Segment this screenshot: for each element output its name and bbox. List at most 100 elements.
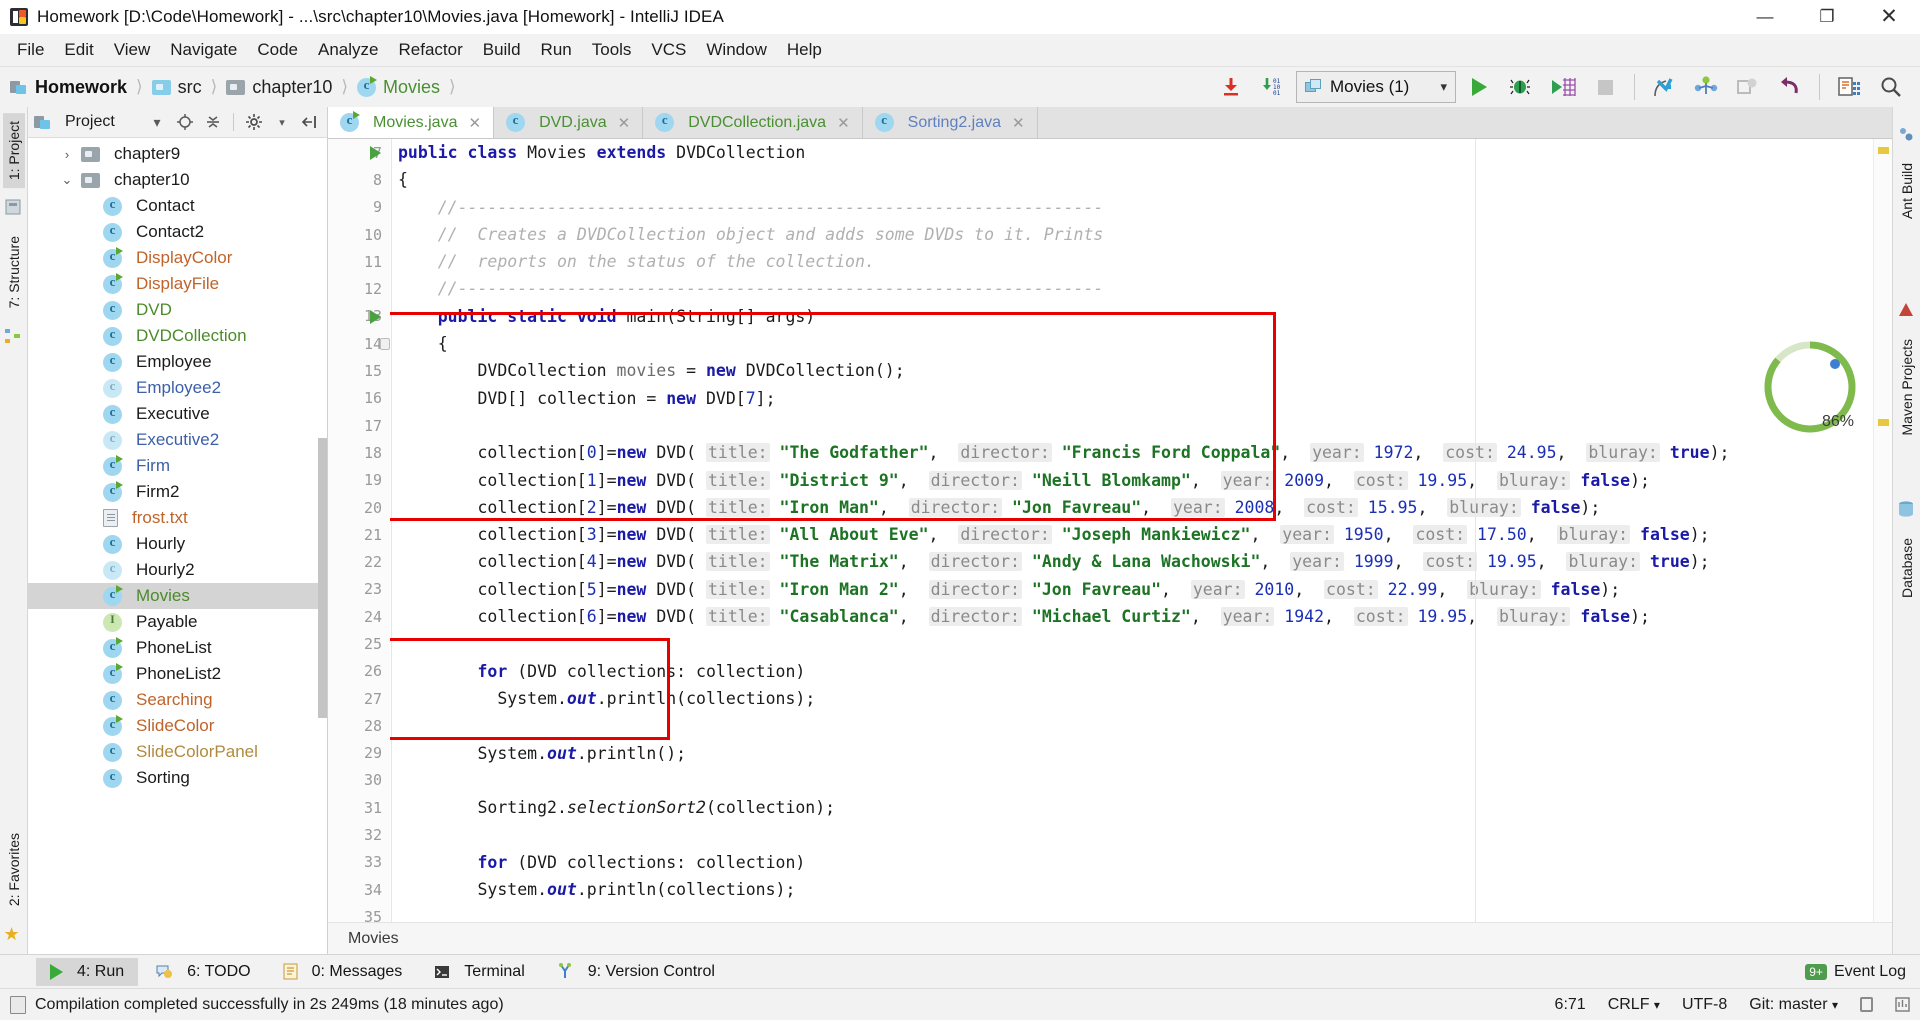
error-stripe-marker-panel[interactable] xyxy=(1873,139,1892,922)
gutter-line-number[interactable]: 17 xyxy=(328,412,390,439)
code-line[interactable]: collection[2]=new DVD( title: "Iron Man"… xyxy=(390,494,1729,521)
hide-panel-icon[interactable] xyxy=(299,111,321,133)
bottom-tab-messages[interactable]: 0: Messages xyxy=(269,958,417,986)
code-line[interactable]: collection[5]=new DVD( title: "Iron Man … xyxy=(390,576,1729,603)
gutter-line-number[interactable]: 9 xyxy=(328,194,390,221)
code-line[interactable]: collection[0]=new DVD( title: "The Godfa… xyxy=(390,439,1729,466)
code-line[interactable] xyxy=(390,630,1729,657)
tree-item-contact[interactable]: Contact xyxy=(28,193,327,219)
breadcrumb-item-movies[interactable]: Movies xyxy=(383,77,440,98)
code-line[interactable]: System.out.println(collections); xyxy=(390,685,1729,712)
bottom-tab-terminal[interactable]: Terminal xyxy=(420,958,538,986)
gutter-line-number[interactable]: 16 xyxy=(328,385,390,412)
gutter-line-number[interactable]: 8 xyxy=(328,166,390,193)
expand-arrow-icon[interactable]: › xyxy=(60,147,74,162)
code-line[interactable] xyxy=(390,412,1729,439)
git-branch[interactable]: Git: master ▾ xyxy=(1749,996,1838,1014)
gutter-line-number[interactable]: 29 xyxy=(328,740,390,767)
tree-item-slidecolor[interactable]: SlideColor xyxy=(28,713,327,739)
compile-icon[interactable]: 01 10 01 xyxy=(1254,70,1292,104)
gutter-line-number[interactable]: 19 xyxy=(328,467,390,494)
sidebar-item-favorites[interactable]: 2: Favorites xyxy=(3,825,25,914)
code-line[interactable]: // reports on the status of the collecti… xyxy=(390,248,1729,275)
gutter-line-number[interactable]: 33 xyxy=(328,849,390,876)
run-gutter-icon[interactable] xyxy=(370,309,381,324)
close-icon[interactable]: ✕ xyxy=(1012,114,1025,132)
menu-navigate[interactable]: Navigate xyxy=(161,37,246,63)
code-line[interactable]: System.out.println(collections); xyxy=(390,876,1729,903)
gutter-line-number[interactable]: 15 xyxy=(328,357,390,384)
code-line[interactable]: System.out.println(); xyxy=(390,740,1729,767)
memory-indicator-icon[interactable] xyxy=(1895,997,1910,1012)
tree-item-phonelist[interactable]: PhoneList xyxy=(28,635,327,661)
bottom-tab-version-control[interactable]: 9: Version Control xyxy=(543,958,729,986)
run-gutter-icon[interactable] xyxy=(370,146,381,160)
code-fold-marker[interactable] xyxy=(380,338,390,351)
tree-item-employee2[interactable]: Employee2 xyxy=(28,375,327,401)
tree-item-executive[interactable]: Executive xyxy=(28,401,327,427)
gutter-line-number[interactable]: 18 xyxy=(328,439,390,466)
close-icon[interactable]: ✕ xyxy=(837,114,850,132)
menu-help[interactable]: Help xyxy=(778,37,831,63)
editor-viewport[interactable]: 7 8 9 10 11 12 13 14 15 16 17 18 19 20 21 22 23 24 25 26 27 2… xyxy=(328,139,1892,922)
update-project-icon[interactable] xyxy=(1212,70,1250,104)
lock-icon[interactable] xyxy=(1860,997,1873,1012)
settings-icon[interactable] xyxy=(1830,70,1868,104)
code-line[interactable]: collection[4]=new DVD( title: "The Matri… xyxy=(390,548,1729,575)
gutter-line-number[interactable]: 30 xyxy=(328,767,390,794)
sidebar-item-database[interactable]: Database xyxy=(1896,530,1918,606)
gutter-line-number[interactable]: 23 xyxy=(328,576,390,603)
tree-item-dvd[interactable]: DVD xyxy=(28,297,327,323)
sidebar-item-maven-projects[interactable]: Maven Projects xyxy=(1896,331,1918,443)
code-line[interactable]: DVDCollection movies = new DVDCollection… xyxy=(390,357,1729,384)
gutter-line-number[interactable]: 31 xyxy=(328,794,390,821)
gutter-line-number[interactable]: 28 xyxy=(328,712,390,739)
menu-edit[interactable]: Edit xyxy=(55,37,102,63)
tree-item-firm2[interactable]: Firm2 xyxy=(28,479,327,505)
code-line[interactable]: //--------------------------------------… xyxy=(390,194,1729,221)
gutter-line-number[interactable]: 21 xyxy=(328,521,390,548)
run-icon[interactable] xyxy=(1460,70,1498,104)
caret-position[interactable]: 6:71 xyxy=(1555,996,1586,1014)
minimize-button[interactable]: — xyxy=(1734,0,1796,34)
tree-item-firm[interactable]: Firm xyxy=(28,453,327,479)
tree-item-slidecolorpanel[interactable]: SlideColorPanel xyxy=(28,739,327,765)
bottom-tab-todo[interactable]: 6: TODO xyxy=(142,958,264,986)
code-line[interactable]: public class Movies extends DVDCollectio… xyxy=(390,139,1729,166)
tree-item-displayfile[interactable]: DisplayFile xyxy=(28,271,327,297)
code-line[interactable]: Sorting2.selectionSort2(collection); xyxy=(390,794,1729,821)
gutter-line-number[interactable]: 25 xyxy=(328,630,390,657)
gutter-line-number[interactable]: 11 xyxy=(328,248,390,275)
undo-icon[interactable] xyxy=(1771,70,1809,104)
tree-item-executive2[interactable]: Executive2 xyxy=(28,427,327,453)
tree-item-searching[interactable]: Searching xyxy=(28,687,327,713)
tree-item-sorting[interactable]: Sorting xyxy=(28,765,327,791)
code-line[interactable]: { xyxy=(390,330,1729,357)
expand-arrow-icon[interactable]: ⌄ xyxy=(60,172,74,188)
tree-item-payable[interactable]: Payable xyxy=(28,609,327,635)
project-tree[interactable]: › chapter9 ⌄ chapter10 Contact Contact2 Displa… xyxy=(28,138,327,954)
editor-breadcrumb-class[interactable]: Movies xyxy=(348,930,399,948)
profiler-icon[interactable] xyxy=(1687,70,1725,104)
code-line[interactable]: // Creates a DVDCollection object and ad… xyxy=(390,221,1729,248)
code-line[interactable] xyxy=(390,821,1729,848)
tree-item-movies[interactable]: Movies xyxy=(28,583,327,609)
hide-window-icon[interactable] xyxy=(1729,70,1767,104)
code-line[interactable]: collection[3]=new DVD( title: "All About… xyxy=(390,521,1729,548)
project-tree-scrollbar[interactable] xyxy=(318,438,327,718)
code-line[interactable]: collection[6]=new DVD( title: "Casablanc… xyxy=(390,603,1729,630)
close-icon[interactable]: ✕ xyxy=(468,114,481,132)
file-encoding[interactable]: UTF-8 xyxy=(1682,996,1727,1014)
gutter-line-number[interactable]: 32 xyxy=(328,821,390,848)
code-content[interactable]: public class Movies extends DVDCollectio… xyxy=(390,139,1873,922)
menu-code[interactable]: Code xyxy=(248,37,307,63)
gutter-line-number[interactable]: 35 xyxy=(328,903,390,922)
code-line[interactable]: DVD[] collection = new DVD[7]; xyxy=(390,385,1729,412)
menu-tools[interactable]: Tools xyxy=(583,37,641,63)
breadcrumb-item-chapter10[interactable]: chapter10 xyxy=(252,77,332,98)
sidebar-item-project[interactable]: 1: Project xyxy=(2,113,25,189)
tree-item-chapter10[interactable]: ⌄ chapter10 xyxy=(28,167,327,193)
code-line[interactable]: //--------------------------------------… xyxy=(390,275,1729,302)
gutter-line-number[interactable]: 22 xyxy=(328,548,390,575)
tree-item-chapter9[interactable]: › chapter9 xyxy=(28,141,327,167)
